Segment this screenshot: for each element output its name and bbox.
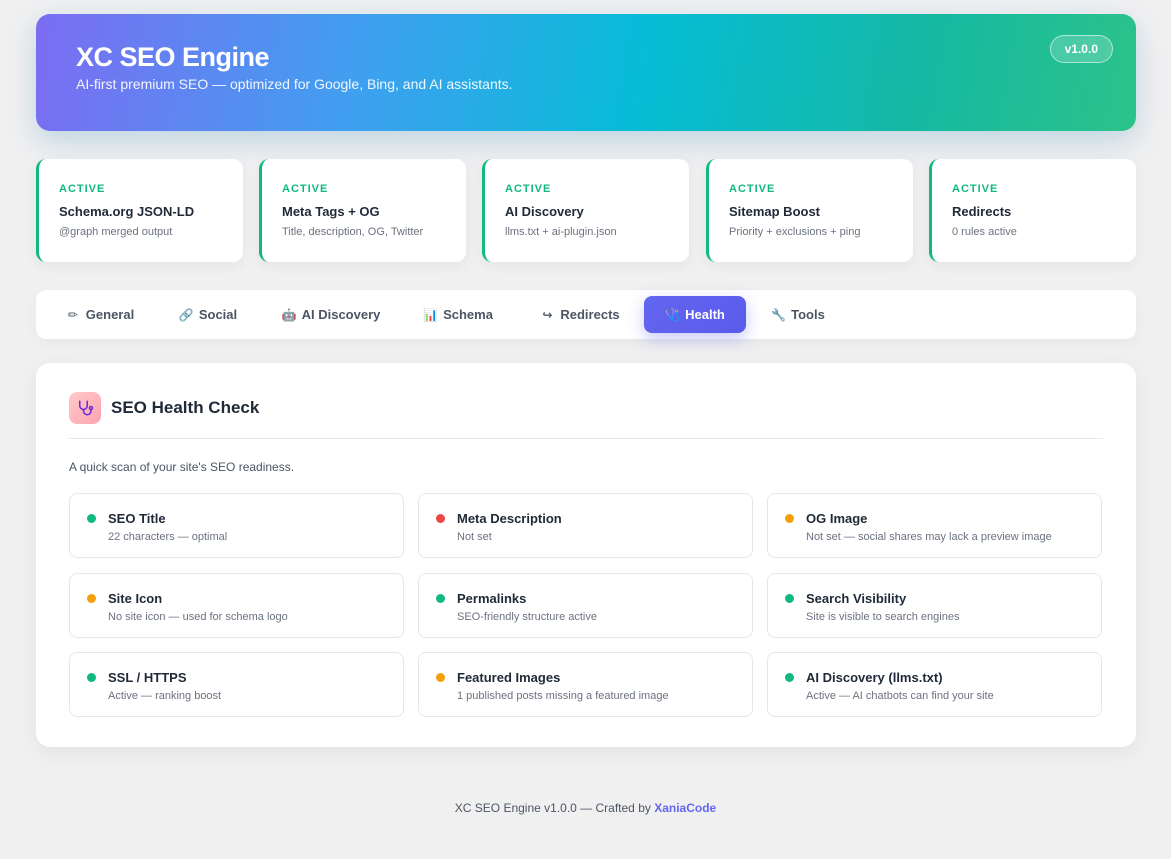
status-dot [436,594,445,603]
feature-title: AI Discovery [505,204,584,219]
author-link[interactable]: XaniaCode [654,801,716,815]
footer: XC SEO Engine v1.0.0 — Crafted by XaniaC… [0,801,1171,815]
check-title: Search Visibility [806,591,907,606]
check-title: Site Icon [108,591,163,606]
check-desc: Active — AI chatbots can find your site [806,690,994,702]
check-desc: 1 published posts missing a featured ima… [457,690,669,702]
wrench-icon: 🔧 [771,307,787,322]
check-title: AI Discovery (llms.txt) [806,670,943,685]
chart-icon: 📊 [423,307,439,322]
robot-icon: 🤖 [281,307,297,322]
tab-schema[interactable]: 📊 Schema [416,296,500,333]
status-dot [87,673,96,682]
tab-label: Tools [791,307,825,322]
status-dot [87,514,96,523]
stethoscope-icon [69,392,101,424]
plugin-header: XC SEO Engine AI-first premium SEO — opt… [36,14,1136,131]
health-check-item: SEO Title 22 characters — optimal [69,493,404,558]
version-badge: v1.0.0 [1049,35,1113,63]
check-title: SEO Title [108,511,166,526]
feature-title: Sitemap Boost [729,204,821,219]
health-check-item: Permalinks SEO-friendly structure active [418,573,753,638]
panel-title: SEO Health Check [111,398,260,417]
health-check-item: SSL / HTTPS Active — ranking boost [69,652,404,717]
check-title: SSL / HTTPS [108,670,187,685]
app-root: XC SEO Engine AI-first premium SEO — opt… [0,0,1171,859]
health-panel: SEO Health Check A quick scan of your si… [36,363,1136,747]
feature-desc: llms.txt + ai-plugin.json [505,226,617,238]
stethoscope-icon: 🩺 [665,307,681,322]
status-dot [436,514,445,523]
check-desc: Active — ranking boost [108,690,222,702]
feature-card-redirects: ACTIVE Redirects 0 rules active [929,159,1136,262]
check-title: OG Image [806,511,868,526]
status-dot [785,594,794,603]
tab-label: AI Discovery [301,307,381,322]
health-check-item: Meta Description Not set [418,493,753,558]
tab-health[interactable]: 🩺 Health [644,296,746,333]
memo-icon: ✏ [67,307,78,322]
status-badge: ACTIVE [729,183,776,195]
redirect-arrow-icon: ↪ [542,307,553,322]
tab-social[interactable]: 🔗 Social [168,296,248,333]
feature-desc: Title, description, OG, Twitter [282,226,424,238]
settings-tabs: ✏ General 🔗 Social 🤖 AI Discovery 📊 Sche… [36,290,1136,339]
check-desc: SEO-friendly structure active [457,611,597,623]
tab-redirects[interactable]: ↪ Redirects [530,296,630,333]
tab-tools[interactable]: 🔧 Tools [764,296,832,333]
status-dot [785,514,794,523]
feature-title: Meta Tags + OG [282,204,380,219]
tab-label: Redirects [560,307,620,322]
feature-desc: 0 rules active [952,226,1017,238]
divider [69,438,1103,439]
footer-text: XC SEO Engine v1.0.0 — Crafted by [454,801,655,815]
health-check-item: AI Discovery (llms.txt) Active — AI chat… [767,652,1102,717]
tab-label: Health [685,307,725,322]
status-dot [436,673,445,682]
panel-intro: A quick scan of your site's SEO readines… [69,460,295,474]
feature-card-sitemap: ACTIVE Sitemap Boost Priority + exclusio… [706,159,913,262]
tab-general[interactable]: ✏ General [54,296,146,333]
status-badge: ACTIVE [952,183,999,195]
tab-label: General [85,307,135,322]
tab-label: Schema [443,307,493,322]
check-title: Permalinks [457,591,527,606]
feature-cards: ACTIVE Schema.org JSON-LD @graph merged … [36,159,1136,262]
feature-card-ai-discovery: ACTIVE AI Discovery llms.txt + ai-plugin… [482,159,689,262]
status-dot [785,673,794,682]
health-check-item: OG Image Not set — social shares may lac… [767,493,1102,558]
check-desc: Site is visible to search engines [806,611,960,623]
check-desc: No site icon — used for schema logo [108,611,288,623]
health-check-item: Featured Images 1 published posts missin… [418,652,753,717]
feature-desc: Priority + exclusions + ping [729,226,861,238]
health-check-item: Search Visibility Site is visible to sea… [767,573,1102,638]
status-dot [87,594,96,603]
plugin-subtitle: AI-first premium SEO — optimized for Goo… [76,76,513,92]
check-title: Meta Description [457,511,562,526]
status-badge: ACTIVE [59,183,106,195]
tab-ai-discovery[interactable]: 🤖 AI Discovery [272,296,390,333]
feature-title: Schema.org JSON-LD [59,204,195,219]
status-badge: ACTIVE [282,183,329,195]
feature-title: Redirects [952,204,1012,219]
check-title: Featured Images [457,670,561,685]
health-check-item: Site Icon No site icon — used for schema… [69,573,404,638]
link-icon: 🔗 [178,307,194,322]
feature-card-schema: ACTIVE Schema.org JSON-LD @graph merged … [36,159,243,262]
check-desc: Not set — social shares may lack a previ… [806,531,1052,543]
tab-label: Social [198,307,238,322]
feature-card-meta: ACTIVE Meta Tags + OG Title, description… [259,159,466,262]
status-badge: ACTIVE [505,183,552,195]
check-desc: Not set [457,531,492,543]
plugin-title: XC SEO Engine [76,42,270,72]
feature-desc: @graph merged output [59,226,173,238]
check-desc: 22 characters — optimal [108,531,228,543]
